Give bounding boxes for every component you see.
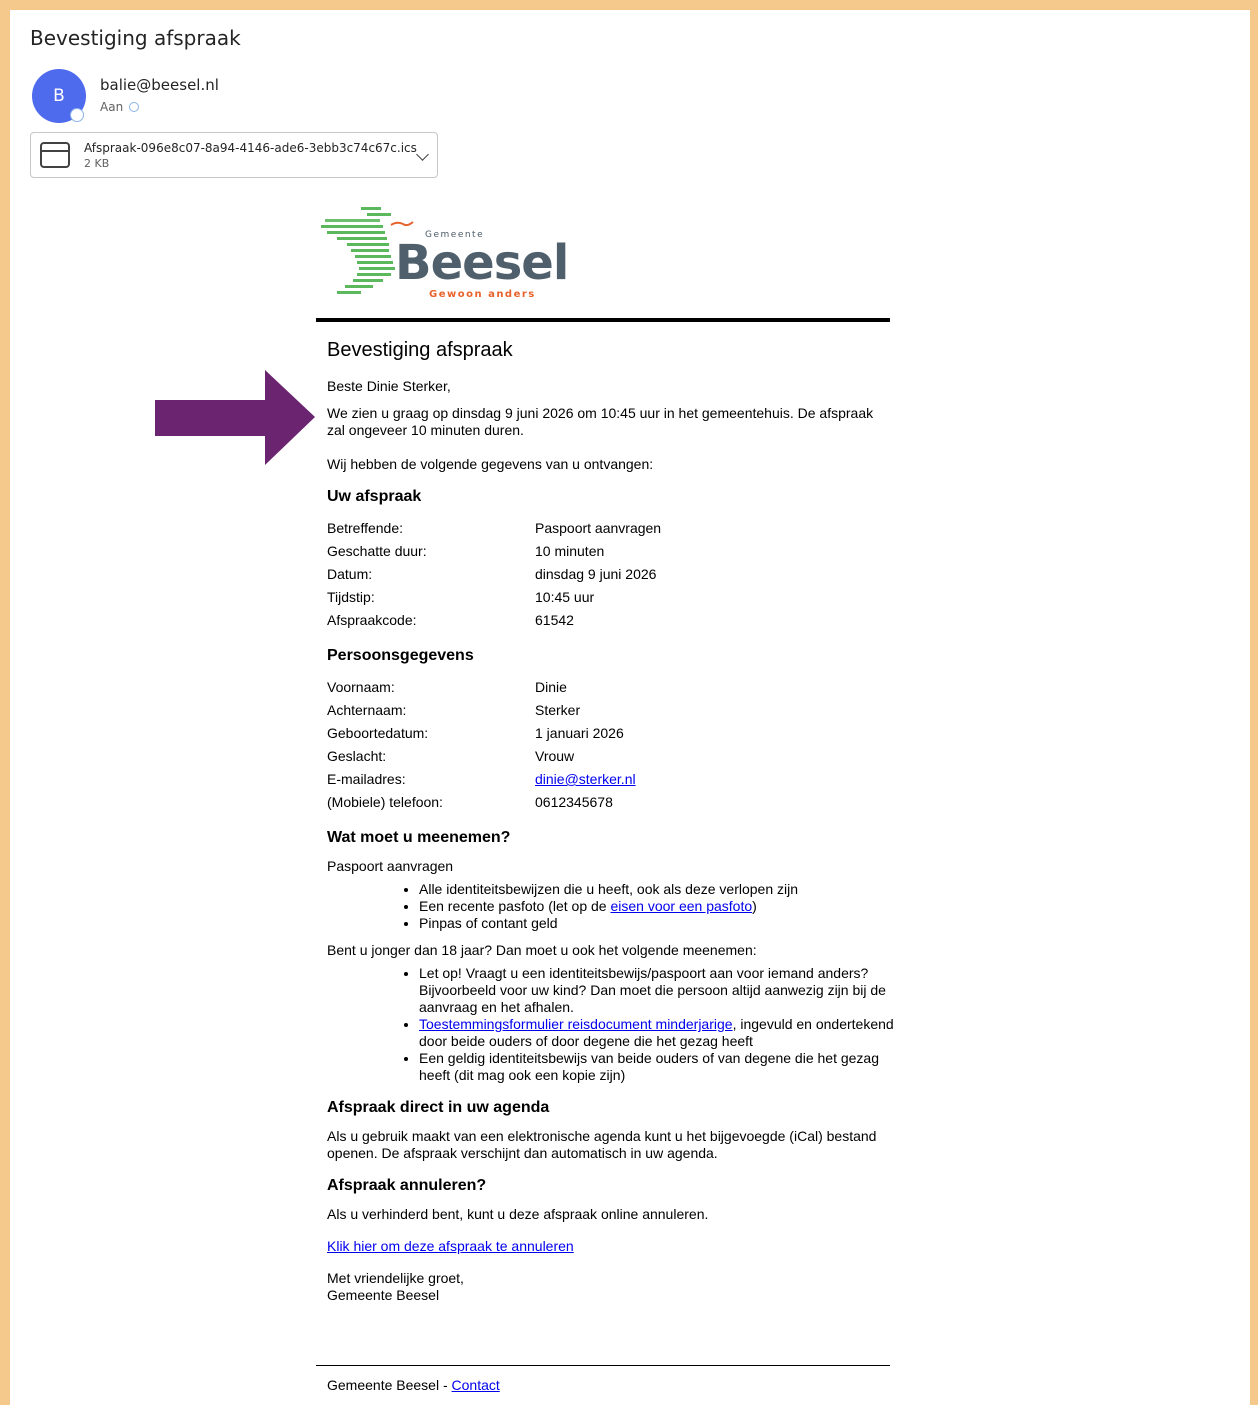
signature: Gemeente Beesel [327, 1287, 440, 1303]
logo-tagline: Gewoon anders [429, 289, 536, 300]
attachment-name: Afspraak-096e8c07-8a94-4146-ade6-3ebb3c7… [84, 140, 417, 155]
detail-row: Geslacht: Vrouw [327, 745, 887, 768]
recipient-row[interactable]: Aan [100, 100, 140, 114]
body-title: Bevestiging afspraak [327, 339, 513, 361]
detail-label: Afspraakcode: [327, 612, 417, 628]
detail-row: Geboortedatum: 1 januari 2026 [327, 722, 887, 745]
email-body: Bevestiging afspraak Beste Dinie Sterker… [327, 338, 894, 1304]
sender-address[interactable]: balie@beesel.nl [100, 76, 219, 94]
detail-label: Datum: [327, 566, 373, 582]
detail-row: Betreffende: Paspoort aanvragen [327, 517, 887, 540]
footer-text: Gemeente Beesel - [327, 1377, 452, 1393]
detail-row: Afspraakcode: 61542 [327, 609, 887, 632]
beesel-logo: Gemeente Beesel Gewoon anders [317, 197, 569, 300]
detail-row: Geschatte duur: 10 minuten [327, 540, 887, 563]
minor-list: Let op! Vraagt u een identiteitsbewijs/p… [327, 965, 894, 1084]
email-link[interactable]: dinie@sterker.nl [535, 768, 636, 791]
detail-label: (Mobiele) telefoon: [327, 794, 443, 810]
bring-heading: Wat moet u meenemen? [327, 829, 511, 846]
attachment-size: 2 KB [84, 156, 110, 170]
detail-value: Dinie [535, 679, 567, 695]
agenda-text: Als u gebruik maakt van een elektronisch… [327, 1128, 877, 1161]
detail-value: dinsdag 9 juni 2026 [535, 566, 657, 582]
detail-label: Geschatte duur: [327, 543, 427, 559]
agenda-heading: Afspraak direct in uw agenda [327, 1099, 550, 1116]
detail-row: Datum: dinsdag 9 juni 2026 [327, 563, 887, 586]
list-item: Een recente pasfoto (let op de eisen voo… [419, 898, 887, 915]
avatar-letter: B [53, 86, 65, 106]
personal-heading: Persoonsgegevens [327, 647, 474, 664]
detail-label: Achternaam: [327, 702, 407, 718]
presence-status-icon [70, 108, 84, 122]
closing: Met vriendelijke groet, [327, 1270, 464, 1286]
cancel-link-row: Klik hier om deze afspraak te annuleren [327, 1238, 887, 1255]
cancel-appointment-link[interactable]: Klik hier om deze afspraak te annuleren [327, 1238, 574, 1254]
recipient-presence-icon [129, 102, 140, 112]
detail-value: Sterker [535, 702, 581, 718]
arrow-right-icon [155, 370, 315, 465]
detail-row: Achternaam: Sterker [327, 699, 887, 722]
detail-value: 0612345678 [535, 794, 613, 810]
appointment-heading: Uw afspraak [327, 488, 422, 505]
received-text: Wij hebben de volgende gegevens van u on… [327, 456, 654, 472]
detail-label: Geboortedatum: [327, 725, 429, 741]
detail-value: 10 minuten [535, 543, 605, 559]
detail-label: E-mailadres: [327, 771, 406, 787]
bring-list: Alle identiteitsbewijzen die u heeft, oo… [327, 881, 887, 932]
email-footer: Gemeente Beesel - Contact [327, 1377, 500, 1393]
calendar-icon [40, 142, 70, 168]
list-item: Alle identiteitsbewijzen die u heeft, oo… [419, 881, 887, 898]
passport-photo-requirements-link[interactable]: eisen voor een pasfoto [610, 898, 752, 914]
appointment-intro: We zien u graag op dinsdag 9 juni 2026 o… [327, 405, 874, 438]
to-label: Aan [100, 100, 124, 114]
list-item-text: ) [752, 898, 757, 914]
detail-value: 10:45 uur [535, 589, 595, 605]
list-item: Pinpas of contant geld [419, 915, 887, 932]
email-reading-pane: Bevestiging afspraak B balie@beesel.nl A… [10, 10, 1250, 1405]
list-item: Een geldig identiteitsbewijs van beide o… [419, 1050, 894, 1084]
detail-row: (Mobiele) telefoon: 0612345678 [327, 791, 887, 814]
detail-row: E-mailadres: dinie@sterker.nl [327, 768, 887, 791]
detail-label: Tijdstip: [327, 589, 375, 605]
chevron-down-icon[interactable] [416, 148, 429, 161]
footer-divider [316, 1365, 890, 1366]
detail-value: Paspoort aanvragen [535, 520, 662, 536]
appointment-details: Betreffende: Paspoort aanvragen Geschatte… [327, 517, 887, 632]
cancel-heading: Afspraak annuleren? [327, 1177, 487, 1194]
attachment-card[interactable]: Afspraak-096e8c07-8a94-4146-ade6-3ebb3c7… [30, 132, 438, 178]
header-divider [316, 318, 890, 322]
consent-form-link[interactable]: Toestemmingsformulier reisdocument minde… [419, 1016, 733, 1032]
detail-row: Voornaam: Dinie [327, 676, 887, 699]
detail-label: Geslacht: [327, 748, 387, 764]
logo-beesel-text: Beesel [395, 235, 569, 291]
detail-label: Voornaam: [327, 679, 395, 695]
personal-details: Voornaam: Dinie Achternaam: Sterker Geboor… [327, 676, 887, 814]
email-subject: Bevestiging afspraak [30, 26, 241, 50]
detail-row: Tijdstip: 10:45 uur [327, 586, 887, 609]
minor-intro: Bent u jonger dan 18 jaar? Dan moet u oo… [327, 942, 757, 958]
greeting: Beste Dinie Sterker, [327, 378, 451, 394]
detail-label: Betreffende: [327, 520, 404, 536]
list-item: Let op! Vraagt u een identiteitsbewijs/p… [419, 965, 894, 1016]
list-item: Toestemmingsformulier reisdocument minde… [419, 1016, 894, 1050]
detail-value: 1 januari 2026 [535, 725, 624, 741]
contact-link[interactable]: Contact [452, 1377, 500, 1393]
detail-value: Vrouw [535, 748, 575, 764]
bring-subheading: Paspoort aanvragen [327, 858, 454, 874]
list-item-text: Een recente pasfoto (let op de [419, 898, 611, 914]
detail-value: 61542 [535, 612, 574, 628]
cancel-text: Als u verhinderd bent, kunt u deze afspr… [327, 1206, 709, 1222]
